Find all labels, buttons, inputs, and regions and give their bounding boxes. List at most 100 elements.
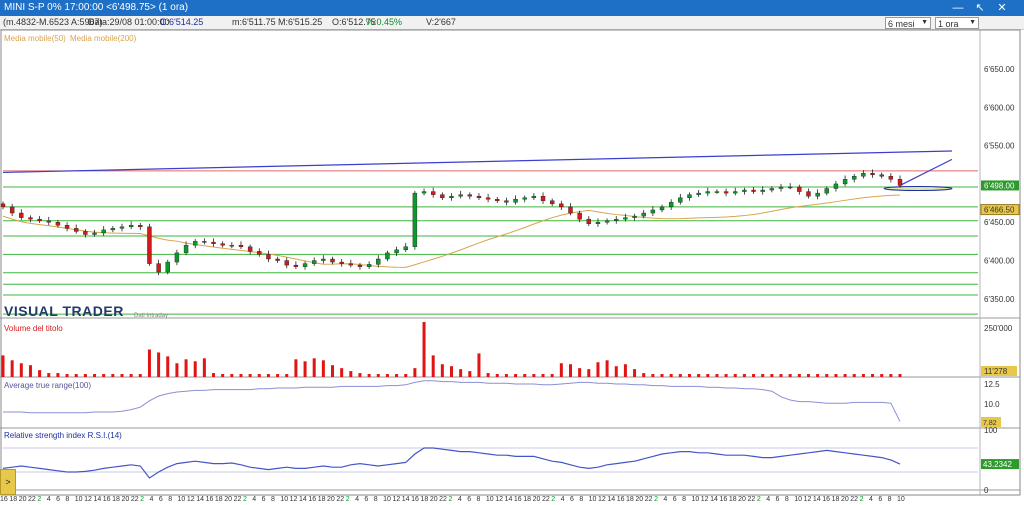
volume-bar — [724, 374, 728, 377]
x-tick-label: 16 — [822, 496, 830, 503]
x-tick-label: 8 — [374, 496, 378, 503]
x-tick-label: 20 — [533, 496, 541, 503]
x-tick-label: 10 — [589, 496, 597, 503]
candle-body — [211, 241, 216, 244]
logo-subtitle: Dati Intraday — [134, 313, 169, 319]
x-tick-label: 18 — [215, 496, 223, 503]
x-tick-label: 22 — [850, 496, 858, 503]
volume-bar — [788, 374, 792, 377]
volume-bar — [129, 374, 133, 377]
x-tick-label: 6 — [56, 496, 60, 503]
candle-body — [559, 203, 564, 208]
x-tick-label: 6 — [673, 496, 677, 503]
volume-bar — [450, 366, 453, 377]
x-tick-label: 14 — [402, 496, 410, 503]
candle-body — [321, 258, 326, 261]
candle-body — [485, 197, 491, 200]
candle-body — [449, 195, 454, 198]
x-tick-label: 18 — [112, 496, 120, 503]
volume-bar — [504, 374, 508, 377]
x-tick-label: 2 — [346, 496, 350, 503]
x-tick-label: 2 — [757, 496, 761, 503]
candle-body — [659, 206, 665, 211]
candle-body — [595, 222, 601, 224]
candle-body — [64, 225, 70, 229]
x-tick-label: 6 — [878, 496, 882, 503]
price-tick-label: 6'600.00 — [984, 103, 1015, 112]
candle-body — [0, 203, 6, 208]
x-tick-label: 4 — [869, 496, 873, 503]
rsi-tick-label: 0 — [984, 486, 989, 495]
volume-bar — [678, 374, 682, 377]
x-tick-label: 22 — [28, 496, 36, 503]
rsi-last-label: 43.2342 — [983, 460, 1012, 469]
volume-bar — [111, 374, 115, 377]
x-tick-label: 14 — [196, 496, 204, 503]
x-tick-label: 8 — [888, 496, 892, 503]
candle-body — [705, 191, 710, 194]
x-tick-label: 8 — [168, 496, 172, 503]
volume-bar — [422, 322, 426, 377]
volume-bar — [166, 356, 170, 377]
volume-bar — [321, 360, 325, 377]
volume-bar — [651, 374, 655, 377]
candle-body — [220, 243, 225, 246]
chart-canvas[interactable]: 6'650.00 6'600.00 6'550.00 6'450.00 6'400.00… — [0, 0, 1024, 505]
volume-bar — [395, 374, 399, 377]
volume-bar — [257, 374, 261, 377]
x-tick-label: 20 — [224, 496, 232, 503]
candle-body — [330, 258, 335, 263]
volume-bar — [38, 370, 42, 377]
volume-bar — [660, 374, 664, 377]
candle-body — [74, 228, 79, 232]
candle-body — [614, 218, 619, 221]
volume-bar — [523, 374, 527, 377]
candle-body — [842, 179, 848, 185]
candle-body — [815, 192, 820, 197]
ma200-legend: Media mobile(200) — [70, 34, 137, 43]
volume-panel-title: Volume del titolo — [4, 324, 63, 333]
volume-bar — [431, 355, 435, 377]
x-tick-label: 22 — [439, 496, 447, 503]
x-tick-label: 4 — [561, 496, 565, 503]
volume-bar — [697, 374, 701, 377]
volume-bar — [605, 360, 609, 377]
x-tick-label: 20 — [430, 496, 438, 503]
volume-bar — [120, 374, 124, 377]
x-tick-label: 4 — [355, 496, 359, 503]
atr-tick-label: 12.5 — [984, 380, 1000, 389]
x-tick-label: 4 — [47, 496, 51, 503]
candle-body — [833, 183, 839, 189]
candle-body — [870, 172, 875, 175]
x-tick-label: 14 — [505, 496, 513, 503]
x-tick-label: 16 — [103, 496, 111, 503]
ma50-legend: Media mobile(50) — [4, 34, 66, 43]
candle-body — [312, 260, 317, 264]
x-tick-label: 12 — [84, 496, 92, 503]
candle-body — [522, 197, 527, 200]
x-tick-label: 10 — [794, 496, 802, 503]
volume-bar — [715, 374, 719, 377]
candle-body — [733, 191, 738, 194]
candle-body — [806, 191, 811, 197]
volume-bar — [669, 374, 673, 377]
x-tick-label: 10 — [75, 496, 83, 503]
candle-body — [421, 191, 427, 194]
volume-bar — [212, 373, 216, 377]
candle-body — [769, 188, 775, 191]
expand-panel-button[interactable]: > — [0, 469, 16, 495]
volume-bar — [157, 352, 161, 377]
volume-bar — [19, 363, 23, 377]
x-tick-label: 18 — [832, 496, 840, 503]
x-tick-label: 16 — [0, 496, 8, 503]
x-tick-label: 12 — [392, 496, 400, 503]
candle-body — [650, 209, 656, 214]
x-tick-label: 16 — [206, 496, 214, 503]
x-tick-label: 22 — [131, 496, 139, 503]
volume-bar — [294, 359, 298, 377]
x-tick-label: 20 — [738, 496, 746, 503]
x-tick-label: 10 — [486, 496, 494, 503]
volume-bar — [816, 374, 820, 377]
x-tick-label: 18 — [9, 496, 17, 503]
rsi-line — [2, 447, 901, 479]
